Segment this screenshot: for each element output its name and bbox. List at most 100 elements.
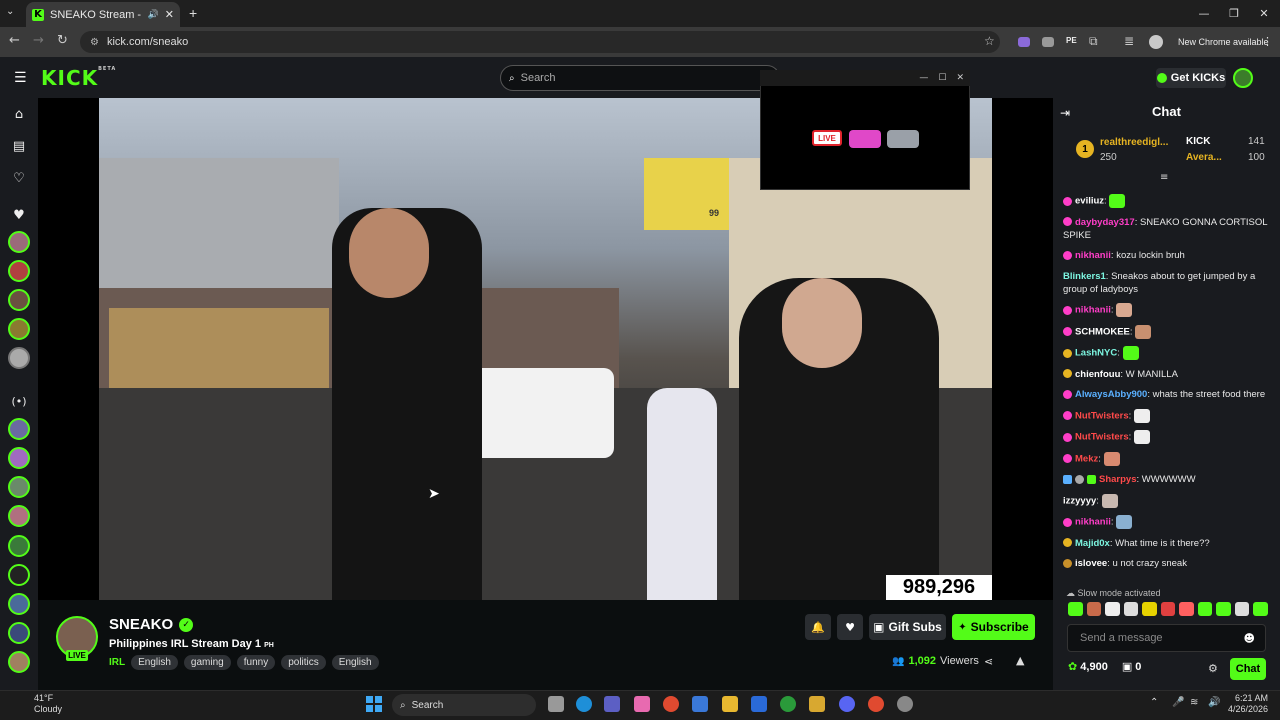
browser-tab[interactable]: K SNEAKO Stream - Watch Liv 🔊 ✕ <box>26 2 180 27</box>
bookmark-star-icon[interactable]: ☆ <box>984 34 995 48</box>
emote-icon[interactable] <box>1123 602 1139 616</box>
emote-icon[interactable] <box>1216 602 1231 616</box>
popup-minimize-icon[interactable]: — <box>919 73 928 83</box>
close-window-icon[interactable]: ✕ <box>1248 0 1280 27</box>
tab-search-icon[interactable]: ⌄ <box>6 6 14 17</box>
emote-icon[interactable] <box>1253 602 1269 616</box>
edge-icon[interactable] <box>576 696 592 712</box>
app-icon[interactable] <box>751 696 767 712</box>
extensions-puzzle-icon[interactable]: ⧉ <box>1089 34 1098 49</box>
minimize-icon[interactable]: — <box>1188 0 1220 27</box>
tag[interactable]: gaming <box>183 655 231 670</box>
audio-icon[interactable]: 🔊 <box>148 10 159 20</box>
channel-points[interactable]: ✿ 4,900 <box>1068 660 1108 673</box>
discord-icon[interactable] <box>839 696 855 712</box>
notification-bell-icon[interactable]: 🔔 <box>805 614 831 640</box>
followed-channel-avatar[interactable] <box>8 318 30 340</box>
share-icon[interactable]: ⋖ <box>984 655 993 668</box>
teams-icon[interactable] <box>604 696 620 712</box>
emote-icon[interactable] <box>1197 602 1213 616</box>
chat-send-button[interactable]: Chat <box>1230 658 1266 680</box>
store-icon[interactable] <box>692 696 708 712</box>
taskbar-search[interactable]: ⌕ Search <box>392 694 536 716</box>
emote-icon[interactable] <box>1179 602 1194 616</box>
extension-icon[interactable] <box>1042 37 1054 47</box>
app-icon[interactable] <box>809 696 825 712</box>
volume-icon[interactable]: 🔊 <box>1208 697 1220 708</box>
reload-icon[interactable]: ↻ <box>57 33 68 48</box>
category-link[interactable]: IRL <box>109 657 125 668</box>
task-view-icon[interactable] <box>548 696 564 712</box>
emoji-picker-icon[interactable]: ☻ <box>1244 632 1255 645</box>
user-avatar[interactable] <box>1233 68 1253 88</box>
recommended-channel-avatar[interactable] <box>8 447 30 469</box>
emote-icon[interactable] <box>1142 602 1157 616</box>
extension-icon[interactable] <box>1018 37 1030 47</box>
chat-leaderboard[interactable]: 1 realthreedigl... 250 KICK 141 Avera...… <box>1060 130 1274 172</box>
microphone-icon[interactable]: 🎤 <box>1172 697 1184 708</box>
emote-icon[interactable] <box>1234 602 1250 616</box>
copilot-icon[interactable] <box>634 696 650 712</box>
recommended-channel-avatar[interactable] <box>8 593 30 615</box>
back-icon[interactable]: ← <box>9 33 20 48</box>
popup-close-icon[interactable]: ✕ <box>956 73 964 83</box>
recommended-channel-avatar[interactable] <box>8 622 30 644</box>
followed-channel-avatar[interactable] <box>8 347 30 369</box>
search-input[interactable]: ⌕ Search <box>500 65 780 91</box>
tab-close-icon[interactable]: ✕ <box>165 8 174 21</box>
tag[interactable]: politics <box>281 655 326 670</box>
subscribe-button[interactable]: ✦ Subscribe <box>952 614 1035 640</box>
chat-settings-icon[interactable]: ⚙ <box>1208 662 1218 675</box>
gift-subs-button[interactable]: ▣ Gift Subs <box>869 614 946 640</box>
recommended-channel-avatar[interactable] <box>8 476 30 498</box>
emote-icon[interactable] <box>1068 602 1083 616</box>
kick-logo[interactable]: KICKBETA <box>41 66 116 90</box>
windows-start-icon[interactable] <box>366 696 382 712</box>
followed-channel-avatar[interactable] <box>8 231 30 253</box>
tag[interactable]: English <box>131 655 178 670</box>
address-bar[interactable]: ⚙ kick.com/sneako <box>80 31 1000 53</box>
new-chrome-available[interactable]: New Chrome available <box>1178 37 1269 47</box>
followed-channel-avatar[interactable] <box>8 289 30 311</box>
chrome-icon[interactable] <box>868 696 884 712</box>
chrome-menu-icon[interactable]: ⋮ <box>1262 35 1273 48</box>
gift-count[interactable]: ▣ 0 <box>1122 660 1142 673</box>
system-clock[interactable]: 6:21 AM 4/26/2026 <box>1228 693 1268 715</box>
recommended-channel-avatar[interactable] <box>8 418 30 440</box>
follow-heart-icon[interactable]: ♥ <box>837 614 863 640</box>
show-hidden-icons[interactable]: ⌃ <box>1150 697 1158 708</box>
recommended-channel-avatar[interactable] <box>8 505 30 527</box>
wifi-icon[interactable]: ≋ <box>1190 697 1198 708</box>
file-explorer-icon[interactable] <box>722 696 738 712</box>
streamer-name[interactable]: SNEAKO ✓ <box>109 616 194 633</box>
new-tab-button[interactable]: + <box>189 5 197 21</box>
maximize-icon[interactable]: ❐ <box>1218 0 1250 27</box>
followed-channel-avatar[interactable] <box>8 260 30 282</box>
site-info-icon[interactable]: ⚙ <box>90 37 99 48</box>
profile-avatar[interactable] <box>1149 35 1163 49</box>
following-icon[interactable]: ♡ <box>10 171 28 186</box>
chrome-icon[interactable] <box>663 696 679 712</box>
forward-icon[interactable]: → <box>33 33 44 48</box>
expand-leaderboard-icon[interactable]: ≡ <box>1160 172 1168 183</box>
home-icon[interactable]: ⌂ <box>10 107 28 122</box>
reading-list-icon[interactable]: ≣ <box>1124 34 1134 48</box>
recommended-channel-avatar[interactable] <box>8 564 30 586</box>
recommended-channel-avatar[interactable] <box>8 535 30 557</box>
app-icon[interactable] <box>897 696 913 712</box>
tag[interactable]: English <box>331 655 379 670</box>
recommended-channel-avatar[interactable] <box>8 651 30 673</box>
extension-icon[interactable]: PE <box>1066 36 1077 45</box>
weather-widget[interactable]: 41°F Cloudy <box>14 693 62 715</box>
report-icon[interactable]: ▲ <box>1016 654 1024 667</box>
chat-input[interactable]: Send a message ☻ <box>1067 624 1266 652</box>
xbox-icon[interactable] <box>780 696 796 712</box>
popup-maximize-icon[interactable]: ☐ <box>938 73 946 83</box>
browse-icon[interactable]: ▤ <box>10 139 28 154</box>
tag[interactable]: funny <box>236 655 276 670</box>
emote-icon[interactable] <box>1105 602 1120 616</box>
emote-icon[interactable] <box>1086 602 1102 616</box>
emote-icon[interactable] <box>1160 602 1176 616</box>
menu-icon[interactable]: ☰ <box>14 70 27 86</box>
get-kicks-button[interactable]: Get KICKs <box>1156 68 1226 88</box>
